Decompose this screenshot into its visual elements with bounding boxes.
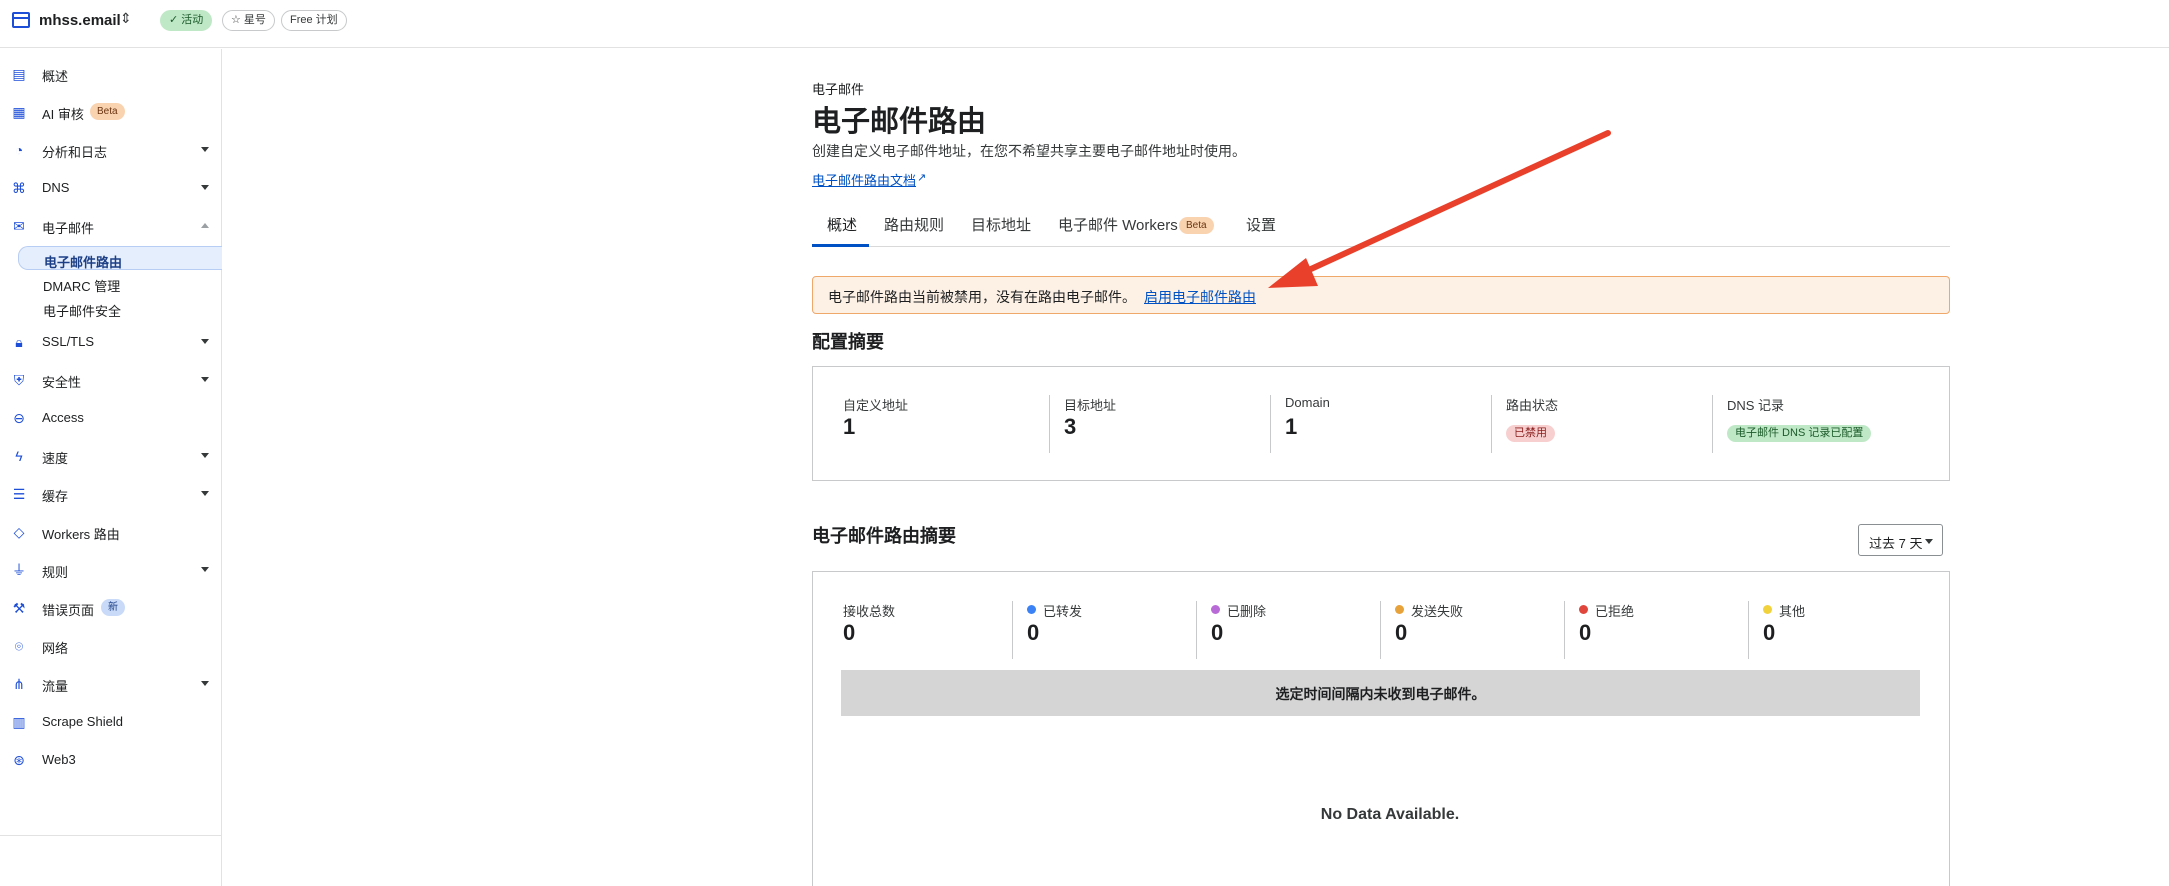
- arrow-shaft: [1297, 130, 1611, 277]
- annotation-arrow: [1268, 130, 1611, 288]
- arrow-head: [1268, 258, 1318, 288]
